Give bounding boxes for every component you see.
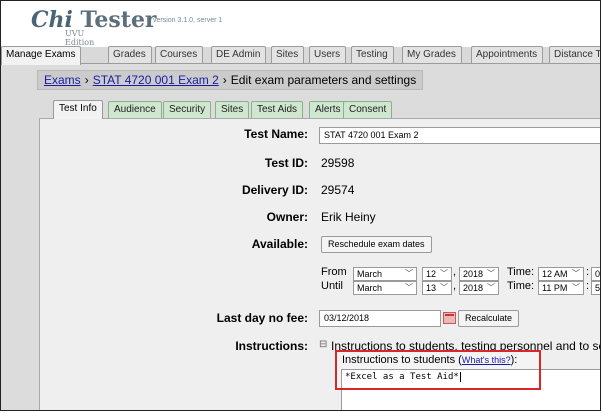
main-nav: Manage Exams Grades Courses DE Admin Sit… xyxy=(1,46,600,65)
calendar-icon[interactable] xyxy=(443,312,456,324)
from-minute-select[interactable]: 0 xyxy=(591,267,601,281)
from-time-label: Time: xyxy=(507,266,535,278)
version-text: version 3.1.0, server 1 xyxy=(153,17,223,24)
from-year-select[interactable]: 2018 ﹀ xyxy=(459,267,499,281)
delivery-id-label: Delivery ID: xyxy=(241,183,308,197)
test-id-value: 29598 xyxy=(321,156,355,170)
breadcrumb-separator: › xyxy=(222,73,227,87)
until-year-value: 2018 xyxy=(463,283,484,293)
tab-grades[interactable]: Grades xyxy=(108,46,152,64)
recalculate-button[interactable]: Recalculate xyxy=(458,310,520,327)
subtab-test-aids[interactable]: Test Aids xyxy=(251,101,304,118)
subtab-consent[interactable]: Consent xyxy=(343,101,393,118)
until-hour-value: 11 PM xyxy=(542,283,568,293)
subtab-alerts[interactable]: Alerts xyxy=(309,101,347,118)
tab-distance[interactable]: Distance T xyxy=(549,46,600,64)
last-day-no-fee-label: Last day no fee: xyxy=(216,311,308,325)
from-minute-value: 0 xyxy=(595,269,601,279)
from-day-select[interactable]: 12 ﹀ xyxy=(422,267,452,281)
instructions-to-students-value: *Excel as a Test Aid* xyxy=(345,372,459,382)
collapse-toggle-icon[interactable]: ⊟ xyxy=(319,339,327,350)
chevron-down-icon: ﹀ xyxy=(572,269,580,278)
instructions-label: Instructions: xyxy=(235,339,308,353)
breadcrumb-current: Edit exam parameters and settings xyxy=(230,73,417,87)
tab-sites[interactable]: Sites xyxy=(271,46,305,64)
from-month-value: March xyxy=(357,269,383,279)
breadcrumb-exams-link[interactable]: Exams xyxy=(44,73,81,87)
until-day-select[interactable]: 13 ﹀ xyxy=(422,281,452,295)
app-header: Chi Tester UVU Edition version 3.1.0, se… xyxy=(1,1,600,47)
app-window: Chi Tester UVU Edition version 3.1.0, se… xyxy=(0,0,601,411)
tab-courses[interactable]: Courses xyxy=(155,46,204,64)
chevron-down-icon: ﹀ xyxy=(487,269,495,278)
tab-users[interactable]: Users xyxy=(309,46,347,64)
instructions-to-students-text: Instructions to students ( xyxy=(342,354,462,366)
time-colon: : xyxy=(586,280,590,292)
until-day-value: 13 xyxy=(426,283,437,293)
until-month-select[interactable]: March ﹀ xyxy=(353,281,417,295)
breadcrumb-separator: › xyxy=(84,73,89,87)
logo-edition: UVU Edition xyxy=(65,29,95,47)
test-name-input[interactable]: STAT 4720 001 Exam 2 xyxy=(319,127,600,144)
chevron-down-icon: ﹀ xyxy=(487,283,495,292)
chevron-down-icon: ﹀ xyxy=(405,283,413,292)
from-hour-value: 12 AM xyxy=(542,269,568,279)
delivery-id-value: 29574 xyxy=(321,183,355,197)
until-month-value: March xyxy=(357,283,383,293)
comma-separator: , xyxy=(453,266,457,278)
instructions-to-students-textarea[interactable]: *Excel as a Test Aid* xyxy=(341,369,600,410)
comma-separator: , xyxy=(453,280,457,292)
whats-this-link[interactable]: What's this? xyxy=(462,355,511,365)
from-hour-select[interactable]: 12 AM ﹀ xyxy=(538,267,584,281)
until-year-select[interactable]: 2018 ﹀ xyxy=(459,281,499,295)
text-cursor xyxy=(459,372,461,382)
available-label: Available: xyxy=(251,237,308,251)
until-label: Until xyxy=(321,280,344,292)
until-minute-value: 5 xyxy=(595,283,601,293)
subtab-test-info[interactable]: Test Info xyxy=(53,100,103,119)
tab-de-admin[interactable]: DE Admin xyxy=(211,46,267,64)
breadcrumb-exam-link[interactable]: STAT 4720 001 Exam 2 xyxy=(93,73,219,87)
last-day-no-fee-input[interactable]: 03/12/2018 xyxy=(319,310,441,327)
until-time-label: Time: xyxy=(507,280,535,292)
owner-value: Erik Heiny xyxy=(321,210,376,224)
from-month-select[interactable]: March ﹀ xyxy=(353,267,417,281)
chevron-down-icon: ﹀ xyxy=(405,269,413,278)
from-day-value: 12 xyxy=(426,269,437,279)
from-label: From xyxy=(321,266,347,278)
until-minute-select[interactable]: 5 xyxy=(591,281,601,295)
owner-label: Owner: xyxy=(266,210,308,224)
until-hour-select[interactable]: 11 PM ﹀ xyxy=(538,281,584,295)
tab-my-grades[interactable]: My Grades xyxy=(402,46,462,64)
tab-manage-exams[interactable]: Manage Exams xyxy=(1,46,82,65)
subtab-security[interactable]: Security xyxy=(163,101,212,118)
instructions-close-paren: ): xyxy=(510,354,518,366)
tab-appointments[interactable]: Appointments xyxy=(471,46,544,64)
reschedule-exam-dates-button[interactable]: Reschedule exam dates xyxy=(321,236,432,253)
breadcrumb: Exams › STAT 4720 001 Exam 2 › Edit exam par… xyxy=(37,70,423,90)
chevron-down-icon: ﹀ xyxy=(440,269,448,278)
chevron-down-icon: ﹀ xyxy=(572,283,580,292)
instructions-to-students-label: Instructions to students (What's this?): xyxy=(342,354,517,366)
subtab-sites[interactable]: Sites xyxy=(215,101,250,118)
subtab-audience[interactable]: Audience xyxy=(108,101,162,118)
from-year-value: 2018 xyxy=(463,269,484,279)
time-colon: : xyxy=(586,266,590,278)
chevron-down-icon: ﹀ xyxy=(440,283,448,292)
test-name-label: Test Name: xyxy=(244,127,308,141)
tab-testing[interactable]: Testing xyxy=(351,46,394,64)
test-id-label: Test ID: xyxy=(264,156,308,170)
